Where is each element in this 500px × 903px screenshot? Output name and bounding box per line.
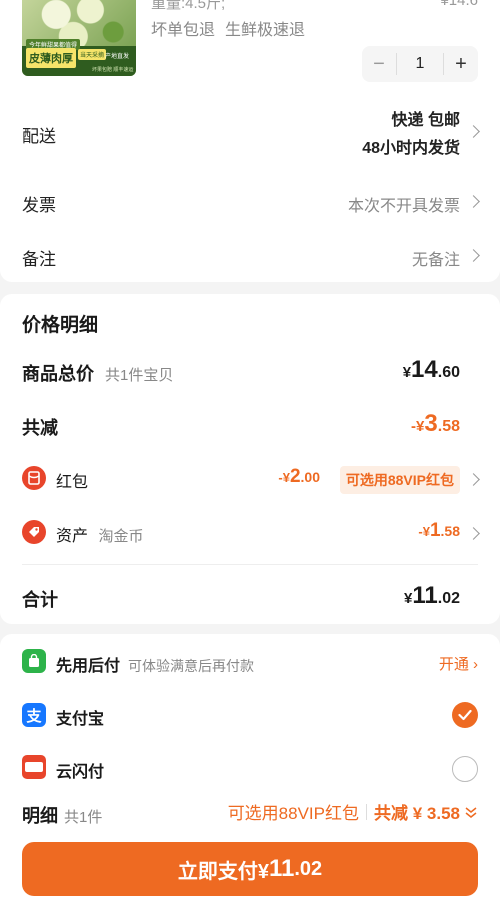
note-chevron-icon[interactable] [467,249,480,262]
total-int: 14 [411,356,438,383]
increase-button[interactable]: + [444,53,478,76]
service-badges: 坏单包退 生鲜极速退 [151,16,305,40]
vip-redpacket-tag[interactable]: 可选用88VIP红包 [339,466,460,494]
summary-left: 明细 共1件 [22,802,102,828]
redpacket-icon [22,466,46,490]
order-info-card: 今年鲜甜果都值得 皮薄肉厚 当天采摘 产地直发 坏果包赔 顺丰速运 重量:4.5… [0,0,500,282]
pay-button-int: 11 [268,855,295,882]
delivery-time[interactable]: 48小时内发货 [362,134,460,158]
summary-discount: 共减 ¥ 3.58 [374,804,460,823]
paylater-row[interactable]: 先用后付 可体验满意后再付款 [56,652,254,676]
quantity-value[interactable]: 1 [396,53,444,75]
product-image-tag-b: 产地直发 [105,54,130,60]
product-image-tag-a: 当天采摘 [78,49,107,60]
total-row: 商品总价 共1件宝贝 [22,360,173,386]
discount-prefix: -¥ [411,418,425,435]
paylater-bag-icon [22,649,46,673]
asset-chevron-icon[interactable] [467,527,480,540]
product-spec: 重量:4.5斤; [151,0,226,12]
summary-separator [366,803,367,820]
unionpay-label[interactable]: 云闪付 [56,758,104,782]
product-image-tag-c: 坏果包赔 顺丰速运 [92,67,134,73]
total-currency: ¥ [402,364,412,381]
invoice-value[interactable]: 本次不开具发票 [348,192,460,216]
decrease-button[interactable]: − [362,53,396,76]
sum-int: 11 [412,582,438,609]
discount-label: 共减 [22,418,58,438]
asset-row: 资产 淘金币 [56,522,143,546]
note-value[interactable]: 无备注 [412,246,460,270]
summary-right[interactable]: 可选用88VIP红包 共减 ¥ 3.58 [228,799,478,824]
total-label: 商品总价 [22,364,94,384]
paylater-open-label: 开通 [438,656,469,673]
payment-card: 先用后付 可体验满意后再付款 开通 › 支 支付宝 云闪付 明细 共1件 可选用88… [0,634,500,903]
redpacket-amount[interactable]: -¥2.00 [278,466,320,488]
alipay-label[interactable]: 支付宝 [56,705,104,729]
asset-int: 1 [429,520,441,541]
discount-amount: -¥3.58 [411,410,460,438]
paylater-open-link[interactable]: 开通 › [439,653,478,674]
asset-amount[interactable]: -¥1.58 [418,520,460,542]
summary-vip[interactable]: 可选用88VIP红包 [228,799,359,824]
invoice-chevron-icon[interactable] [467,195,480,208]
product-image-tag-main: 皮薄肉厚 [26,48,76,68]
pay-now-button[interactable]: 立即支付¥ 11.02 [22,842,478,896]
total-amount: ¥14.60 [403,356,460,384]
price-detail-card: 价格明细 商品总价 共1件宝贝 ¥14.60 共减 -¥3.58 红包 -¥2.… [0,294,500,624]
alipay-radio-checked-icon[interactable] [452,702,478,728]
summary-count: 共1件 [64,809,103,826]
product-price: ¥14.6 [440,0,478,9]
sum-dec: .02 [437,590,460,607]
sum-label: 合计 [22,590,58,610]
price-detail-title: 价格明细 [22,315,99,336]
product-image[interactable]: 今年鲜甜果都值得 皮薄肉厚 当天采摘 产地直发 坏果包赔 顺丰速运 [22,0,136,76]
asset-sub: 淘金币 [98,528,144,545]
delivery-method[interactable]: 快递 包邮 [392,106,460,130]
invoice-label: 发票 [22,196,56,215]
asset-tag-icon [22,520,46,544]
unionpay-radio-icon[interactable] [452,756,478,782]
asset-label: 资产 [56,528,89,545]
sum-amount: ¥11.02 [404,582,460,610]
total-count: 共1件宝贝 [105,367,174,384]
pay-button-dec: .02 [294,857,323,880]
quantity-stepper: − 1 + [362,46,478,82]
redpacket-int: 2 [289,466,301,487]
paylater-sub: 可体验满意后再付款 [128,658,255,674]
redpacket-dec: .00 [300,469,320,485]
redpacket-chevron-icon[interactable] [467,473,480,486]
delivery-label: 配送 [22,127,56,146]
note-label: 备注 [22,250,56,269]
unionpay-icon [22,755,46,779]
asset-prefix: -¥ [418,524,430,539]
discount-dec: .58 [437,418,460,435]
asset-dec: .58 [440,523,460,539]
summary-label: 明细 [22,806,58,826]
total-dec: .60 [437,364,460,381]
redpacket-label: 红包 [56,474,89,491]
expand-chevron-icon[interactable] [464,805,478,819]
delivery-chevron-icon[interactable] [467,125,480,138]
alipay-icon: 支 [22,703,46,727]
paylater-label: 先用后付 [56,658,121,675]
redpacket-prefix: -¥ [278,470,290,485]
price-divider [22,564,478,565]
badge-refund: 坏单包退 [151,22,216,39]
discount-int: 3 [424,410,438,437]
badge-fast-refund: 生鲜极速退 [225,22,306,39]
pay-button-text: 立即支付¥ [177,860,269,883]
